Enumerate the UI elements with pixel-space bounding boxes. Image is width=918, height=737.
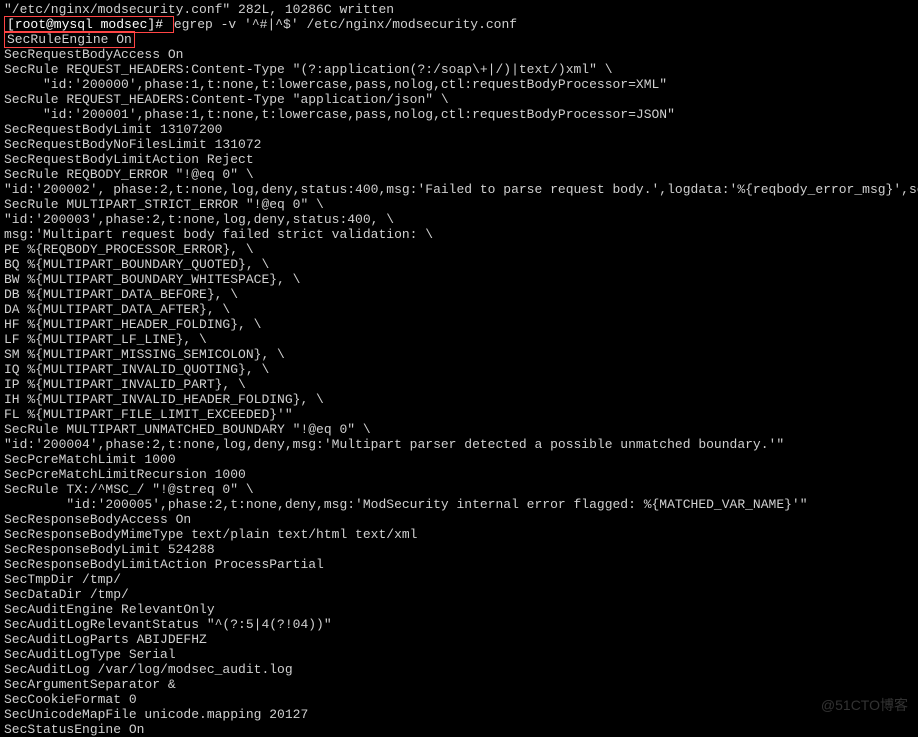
- config-line: SecAuditLogParts ABIJDEFHZ: [4, 632, 914, 647]
- config-line: "id:'200003',phase:2,t:none,log,deny,sta…: [4, 212, 914, 227]
- config-line: SecRule REQBODY_ERROR "!@eq 0" \: [4, 167, 914, 182]
- config-line: HF %{MULTIPART_HEADER_FOLDING}, \: [4, 317, 914, 332]
- config-line: SecRule MULTIPART_STRICT_ERROR "!@eq 0" …: [4, 197, 914, 212]
- config-line: SecPcreMatchLimitRecursion 1000: [4, 467, 914, 482]
- config-line: SecDataDir /tmp/: [4, 587, 914, 602]
- config-output-lines: SecRequestBodyAccess OnSecRule REQUEST_H…: [4, 47, 914, 737]
- config-line: SecPcreMatchLimit 1000: [4, 452, 914, 467]
- config-line: "id:'200004',phase:2,t:none,log,deny,msg…: [4, 437, 914, 452]
- config-line: SecAuditLog /var/log/modsec_audit.log: [4, 662, 914, 677]
- config-line: SecRule REQUEST_HEADERS:Content-Type "ap…: [4, 92, 914, 107]
- shell-prompt: [root@mysql modsec]#: [7, 17, 171, 32]
- editor-status-line: "/etc/nginx/modsecurity.conf" 282L, 1028…: [4, 2, 914, 17]
- config-line: SecResponseBodyLimitAction ProcessPartia…: [4, 557, 914, 572]
- config-highlighted-line: SecRuleEngine On: [4, 32, 914, 47]
- config-line: IH %{MULTIPART_INVALID_HEADER_FOLDING}, …: [4, 392, 914, 407]
- config-line: FL %{MULTIPART_FILE_LIMIT_EXCEEDED}'": [4, 407, 914, 422]
- highlight-box: SecRuleEngine On: [4, 31, 135, 48]
- config-line: SecResponseBodyAccess On: [4, 512, 914, 527]
- config-line: IP %{MULTIPART_INVALID_PART}, \: [4, 377, 914, 392]
- config-line: SM %{MULTIPART_MISSING_SEMICOLON}, \: [4, 347, 914, 362]
- config-line: SecStatusEngine On: [4, 722, 914, 737]
- config-line: IQ %{MULTIPART_INVALID_QUOTING}, \: [4, 362, 914, 377]
- config-line: "id:'200005',phase:2,t:none,deny,msg:'Mo…: [4, 497, 914, 512]
- terminal-output[interactable]: "/etc/nginx/modsecurity.conf" 282L, 1028…: [4, 2, 914, 737]
- config-line: SecRule REQUEST_HEADERS:Content-Type "(?…: [4, 62, 914, 77]
- watermark-text: @51CTO博客: [821, 698, 908, 713]
- config-line: SecRequestBodyNoFilesLimit 131072: [4, 137, 914, 152]
- config-line: BW %{MULTIPART_BOUNDARY_WHITESPACE}, \: [4, 272, 914, 287]
- config-line: "id:'200002', phase:2,t:none,log,deny,st…: [4, 182, 914, 197]
- config-line: SecRequestBodyLimit 13107200: [4, 122, 914, 137]
- config-line: SecRule MULTIPART_UNMATCHED_BOUNDARY "!@…: [4, 422, 914, 437]
- config-line: DA %{MULTIPART_DATA_AFTER}, \: [4, 302, 914, 317]
- config-line: "id:'200001',phase:1,t:none,t:lowercase,…: [4, 107, 914, 122]
- config-line: "id:'200000',phase:1,t:none,t:lowercase,…: [4, 77, 914, 92]
- config-line: SecAuditLogType Serial: [4, 647, 914, 662]
- config-line: SecCookieFormat 0: [4, 692, 914, 707]
- shell-command: egrep -v '^#|^$' /etc/nginx/modsecurity.…: [174, 17, 517, 32]
- config-line: SecRequestBodyLimitAction Reject: [4, 152, 914, 167]
- config-line: BQ %{MULTIPART_BOUNDARY_QUOTED}, \: [4, 257, 914, 272]
- config-line: DB %{MULTIPART_DATA_BEFORE}, \: [4, 287, 914, 302]
- config-line: LF %{MULTIPART_LF_LINE}, \: [4, 332, 914, 347]
- config-line: SecTmpDir /tmp/: [4, 572, 914, 587]
- config-line: SecAuditEngine RelevantOnly: [4, 602, 914, 617]
- config-line: SecResponseBodyLimit 524288: [4, 542, 914, 557]
- command-line: [root@mysql modsec]# egrep -v '^#|^$' /e…: [4, 17, 914, 32]
- config-line: SecUnicodeMapFile unicode.mapping 20127: [4, 707, 914, 722]
- config-line: SecArgumentSeparator &: [4, 677, 914, 692]
- config-line: SecRule TX:/^MSC_/ "!@streq 0" \: [4, 482, 914, 497]
- config-line: PE %{REQBODY_PROCESSOR_ERROR}, \: [4, 242, 914, 257]
- config-line: SecResponseBodyMimeType text/plain text/…: [4, 527, 914, 542]
- config-line: SecRequestBodyAccess On: [4, 47, 914, 62]
- config-line: SecAuditLogRelevantStatus "^(?:5|4(?!04)…: [4, 617, 914, 632]
- config-line: msg:'Multipart request body failed stric…: [4, 227, 914, 242]
